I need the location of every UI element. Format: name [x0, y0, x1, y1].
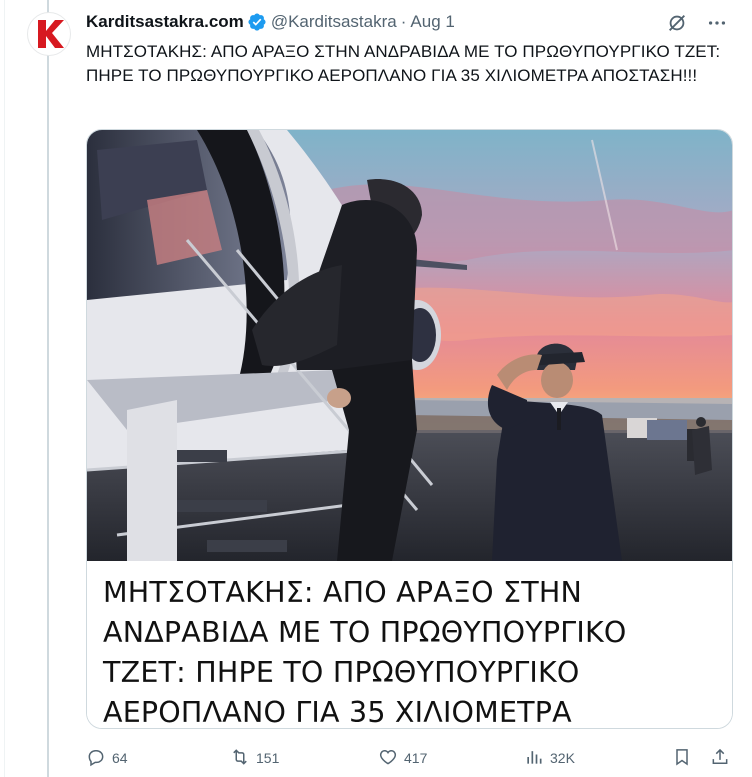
header-actions: [666, 12, 728, 39]
views-icon: [524, 747, 544, 770]
repost-count: 151: [256, 750, 280, 766]
like-button[interactable]: 417: [378, 747, 427, 770]
share-button[interactable]: [710, 747, 730, 770]
repost-icon: [230, 747, 250, 770]
card-headline[interactable]: ΜΗΤΣΟΤΑΚΗΣ: ΑΠΟ ΑΡΑΞΟ ΣΤΗΝ ΑΝΔΡΑΒΙΔΑ ΜΕ …: [87, 561, 732, 729]
reply-count: 64: [112, 750, 128, 766]
link-card[interactable]: ΜΗΤΣΟΤΑΚΗΣ: ΑΠΟ ΑΡΑΞΟ ΣΤΗΝ ΑΝΔΡΑΒΙΔΑ ΜΕ …: [86, 129, 733, 729]
verified-badge-icon[interactable]: [247, 12, 267, 32]
separator-dot: ·: [400, 12, 407, 31]
reply-button[interactable]: 64: [86, 747, 128, 770]
views-button[interactable]: 32K: [524, 747, 575, 770]
karditsastakra-logo: K: [29, 14, 64, 48]
tweet-text: ΜΗΤΣΟΤΑΚΗΣ: ΑΠΟ ΑΡΑΞΟ ΣΤΗΝ ΑΝΔΡΑΒΙΔΑ ΜΕ …: [86, 42, 721, 85]
like-count: 417: [404, 750, 428, 766]
like-icon: [378, 747, 398, 770]
svg-text:K: K: [29, 14, 30, 15]
tweet: Karditsastakra.com @Karditsastakra · Aug…: [86, 10, 736, 88]
timestamp[interactable]: Aug 1: [410, 12, 454, 32]
share-icon: [710, 747, 730, 770]
display-name[interactable]: Karditsastakra.com: [86, 12, 244, 32]
avatar[interactable]: K: [27, 12, 71, 56]
handle[interactable]: @Karditsastakra: [271, 12, 397, 32]
views-count: 32K: [550, 750, 575, 766]
tweet-page: K Karditsastakra.com @Karditsastakra · A…: [0, 0, 752, 777]
tweet-header: Karditsastakra.com @Karditsastakra · Aug…: [86, 10, 736, 34]
action-bar: 64 151 417 32K: [86, 744, 736, 772]
thread-line: [47, 0, 49, 777]
reply-icon: [86, 747, 106, 770]
bookmark-icon: [672, 747, 692, 770]
card-photo: [87, 130, 732, 561]
card-headline-text: ΜΗΤΣΟΤΑΚΗΣ: ΑΠΟ ΑΡΑΞΟ ΣΤΗΝ ΑΝΔΡΑΒΙΔΑ ΜΕ …: [103, 576, 627, 729]
grok-icon[interactable]: [666, 12, 688, 39]
more-icon[interactable]: [706, 12, 728, 39]
column-border: [4, 0, 5, 777]
bookmark-button[interactable]: [672, 747, 692, 770]
repost-button[interactable]: 151: [230, 747, 279, 770]
